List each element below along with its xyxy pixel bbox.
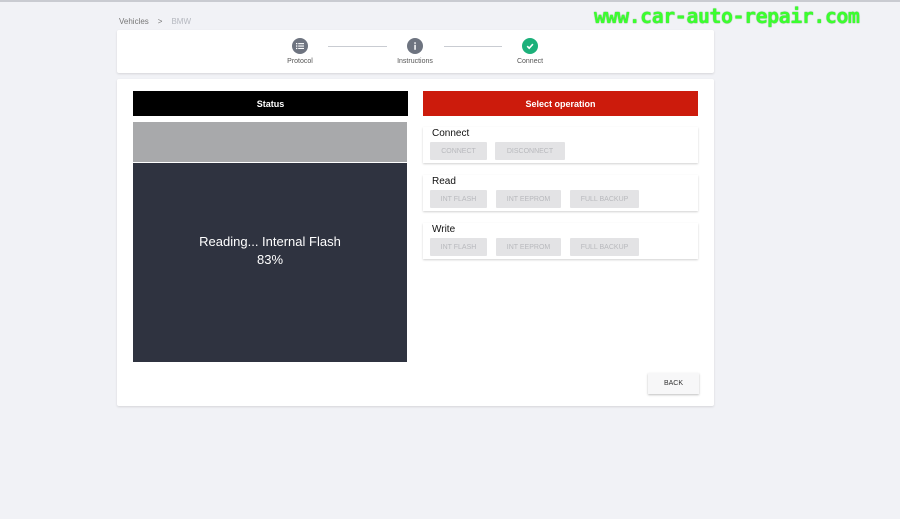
select-operation-header: Select operation (423, 91, 698, 116)
progress-stepper: Protocol Instructions Connect (117, 30, 714, 73)
write-int-flash-button[interactable]: INT FLASH (430, 238, 487, 256)
status-message: Reading... Internal Flash (199, 233, 341, 249)
checkmark-icon (522, 38, 538, 54)
list-icon (292, 38, 308, 54)
step-protocol: Protocol (265, 38, 335, 65)
read-int-eeprom-button[interactable]: INT EEPROM (496, 190, 561, 208)
breadcrumb: Vehicles > BMW (119, 15, 191, 27)
disconnect-button[interactable]: DISCONNECT (495, 142, 565, 160)
status-display: Reading... Internal Flash 83% (133, 163, 407, 362)
breadcrumb-bmw: BMW (171, 16, 192, 26)
step-connect: Connect (495, 38, 565, 65)
back-button[interactable]: BACK (648, 373, 699, 394)
connect-group: Connect CONNECT DISCONNECT (423, 127, 698, 163)
step-connector (328, 46, 387, 47)
group-title: Write (432, 224, 456, 235)
read-group: Read INT FLASH INT EEPROM FULL BACKUP (423, 175, 698, 211)
step-instructions: Instructions (380, 38, 450, 65)
status-progress-text: 83% (256, 251, 284, 267)
step-label: Instructions (397, 58, 433, 65)
read-full-backup-button[interactable]: FULL BACKUP (570, 190, 639, 208)
read-int-flash-button[interactable]: INT FLASH (430, 190, 487, 208)
step-label: Protocol (287, 58, 313, 65)
write-int-eeprom-button[interactable]: INT EEPROM (496, 238, 561, 256)
window-top-border (0, 0, 900, 2)
status-progress-strip (133, 122, 407, 162)
status-header: Status (133, 91, 408, 116)
step-connector (444, 46, 502, 47)
connect-button[interactable]: CONNECT (430, 142, 487, 160)
write-full-backup-button[interactable]: FULL BACKUP (570, 238, 639, 256)
write-group: Write INT FLASH INT EEPROM FULL BACKUP (423, 223, 698, 259)
breadcrumb-vehicles[interactable]: Vehicles (119, 17, 149, 26)
info-icon (407, 38, 423, 54)
step-label: Connect (516, 58, 544, 65)
watermark: www.car-auto-repair.com (594, 4, 860, 28)
breadcrumb-separator: > (157, 16, 163, 26)
group-title: Read (432, 176, 456, 187)
group-title: Connect (432, 128, 470, 139)
main-panel: Status Reading... Internal Flash 83% Sel… (117, 79, 714, 406)
